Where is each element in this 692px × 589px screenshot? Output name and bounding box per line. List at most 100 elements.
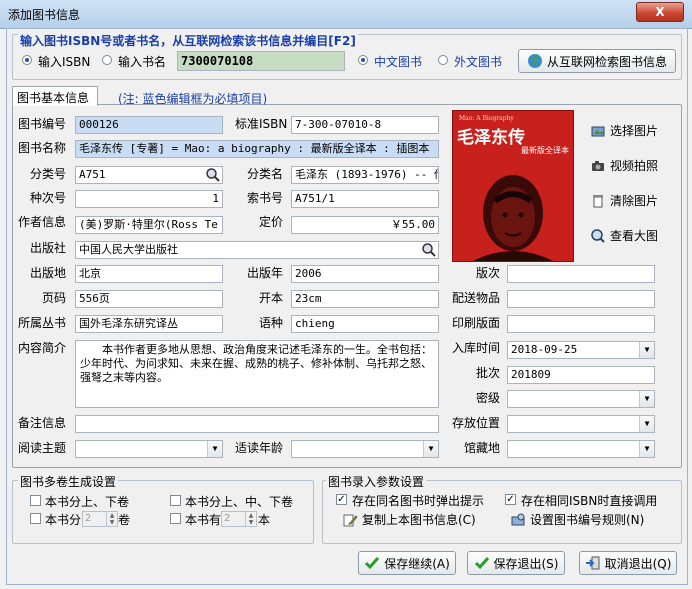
gift-input[interactable] xyxy=(507,290,655,308)
pub-year-input[interactable]: 2006 xyxy=(291,265,439,283)
copy-edit-icon xyxy=(343,514,358,526)
price-input[interactable]: ￥55.00 xyxy=(291,216,439,234)
numbering-rule-button[interactable]: 设置图书编号规则(N) xyxy=(510,511,644,528)
collection-label: 馆藏地 xyxy=(464,441,501,455)
radio-foreign[interactable] xyxy=(438,55,448,65)
dropdown-arrow-icon[interactable]: ▼ xyxy=(639,342,654,358)
clear-image-button[interactable]: 清除图片 xyxy=(590,192,658,209)
pages-input[interactable]: 556页 xyxy=(75,290,223,308)
book-no-label: 图书编号 xyxy=(18,117,67,131)
volume-count-stepper[interactable]: 2 ▲ ▼ xyxy=(82,511,118,527)
checkbox-n-volumes[interactable] xyxy=(30,513,41,524)
author-input[interactable]: (美)罗斯·特里尔(Ross Te xyxy=(75,216,223,234)
select-image-button[interactable]: 选择图片 xyxy=(590,122,658,139)
multi-volume-legend: 图书多卷生成设置 xyxy=(18,473,119,490)
call-no-input[interactable]: A751/1 xyxy=(291,190,439,208)
params-legend: 图书录入参数设置 xyxy=(326,473,427,490)
age-select[interactable]: ▼ xyxy=(291,440,439,458)
edition-input[interactable] xyxy=(507,265,655,283)
magnifier-icon[interactable] xyxy=(421,242,437,258)
copy-previous-label: 复制上本图书信息(C) xyxy=(362,513,476,527)
checkbox-three-volumes[interactable] xyxy=(170,495,181,506)
note-label: 备注信息 xyxy=(18,416,67,430)
isbn-input[interactable]: 7-300-07010-8 xyxy=(291,116,439,134)
call-no-label: 索书号 xyxy=(247,191,284,205)
internet-search-button[interactable]: 从互联网检索图书信息 xyxy=(518,49,676,73)
print-input[interactable] xyxy=(507,315,655,333)
exit-door-icon xyxy=(585,556,600,570)
series-input[interactable]: 国外毛泽东研究译丛 xyxy=(75,315,223,333)
age-label: 适读年龄 xyxy=(235,441,284,455)
cover-title: 毛泽东传 xyxy=(457,128,525,148)
tab-basic-info[interactable]: 图书基本信息 xyxy=(12,86,98,106)
title-input[interactable]: 毛泽东传 [专著] = Mao: a biography : 最新版全译本 : … xyxy=(75,140,439,158)
radio-title[interactable] xyxy=(102,55,112,65)
secret-select[interactable]: ▼ xyxy=(507,390,655,408)
format-input[interactable]: 23cm xyxy=(291,290,439,308)
stepper-arrows-icon[interactable]: ▲ ▼ xyxy=(245,512,256,526)
kinds-input[interactable]: 1 xyxy=(75,190,223,208)
volume-count-value: 2 xyxy=(85,513,92,524)
title-bar: 添加图书信息 X xyxy=(0,0,692,29)
settings-icon xyxy=(511,513,525,525)
in-time-picker[interactable]: 2018-09-25 ▼ xyxy=(507,341,655,359)
tab-panel xyxy=(12,104,682,468)
magnifier-icon[interactable] xyxy=(205,167,221,183)
radio-foreign-label: 外文图书 xyxy=(454,55,503,69)
radio-isbn[interactable] xyxy=(22,55,32,65)
publisher-label: 出版社 xyxy=(30,241,67,255)
radio-title-label: 输入书名 xyxy=(118,55,167,69)
video-capture-label: 视频拍照 xyxy=(610,159,659,173)
save-exit-label: 保存退出(S) xyxy=(493,556,559,571)
pub-place-label: 出版地 xyxy=(30,266,67,280)
book-no-input[interactable]: 000126 xyxy=(75,116,223,134)
class-no-input[interactable]: A751 xyxy=(75,166,223,184)
image-select-icon xyxy=(591,126,605,136)
print-label: 印刷版面 xyxy=(452,316,501,330)
checkmark-icon xyxy=(365,557,380,570)
pub-place-input[interactable]: 北京 xyxy=(75,265,223,283)
video-capture-button[interactable]: 视频拍照 xyxy=(590,157,658,174)
batch-input[interactable]: 201809 xyxy=(507,366,655,384)
summary-textarea[interactable]: 本书作者更多地从思想、政治角度来记述毛泽东的一生。全书包括：少年时代、为问求知、… xyxy=(75,340,439,408)
copy-count-stepper[interactable]: 2 ▲ ▼ xyxy=(221,511,257,527)
class-name-input[interactable]: 毛泽东 (1893-1976) -- 传 xyxy=(291,166,439,184)
checkmark-icon xyxy=(474,557,489,570)
checkbox-two-volumes[interactable] xyxy=(30,495,41,506)
tab-basic-info-label: 图书基本信息 xyxy=(17,91,90,105)
publisher-input[interactable]: 中国人民大学出版社 xyxy=(75,241,439,259)
dropdown-arrow-icon[interactable]: ▼ xyxy=(207,441,222,457)
isbn-search-input[interactable]: 7300070108 xyxy=(177,51,345,71)
language-input[interactable]: chieng xyxy=(291,315,439,333)
author-label: 作者信息 xyxy=(18,215,67,229)
language-label: 语种 xyxy=(259,316,284,330)
close-button[interactable]: X xyxy=(636,2,684,22)
required-note: (注: 蓝色编辑框为必填项目) xyxy=(118,92,268,106)
dropdown-arrow-icon[interactable]: ▼ xyxy=(423,441,438,457)
copy-previous-button[interactable]: 复制上本图书信息(C) xyxy=(342,511,476,528)
checkbox-n-copies[interactable] xyxy=(170,513,181,524)
dropdown-arrow-icon[interactable]: ▼ xyxy=(639,416,654,432)
theme-select[interactable]: ▼ xyxy=(75,440,223,458)
save-continue-button[interactable]: 保存继续(A) xyxy=(358,551,456,575)
format-label: 开本 xyxy=(259,291,284,305)
cancel-exit-button[interactable]: 取消退出(Q) xyxy=(579,551,677,575)
dropdown-arrow-icon[interactable]: ▼ xyxy=(639,441,654,457)
note-input[interactable] xyxy=(75,415,439,433)
checkbox-same-isbn-use[interactable]: ✓ xyxy=(505,494,516,505)
n-volumes-suffix: 卷 xyxy=(118,513,131,527)
view-large-button[interactable]: 查看大图 xyxy=(590,227,658,244)
location-select[interactable]: ▼ xyxy=(507,415,655,433)
theme-label: 阅读主题 xyxy=(18,441,67,455)
numbering-rule-label: 设置图书编号规则(N) xyxy=(530,513,645,527)
stepper-arrows-icon[interactable]: ▲ ▼ xyxy=(106,512,117,526)
dropdown-arrow-icon[interactable]: ▼ xyxy=(639,391,654,407)
location-label: 存放位置 xyxy=(452,416,501,430)
collection-select[interactable]: ▼ xyxy=(507,440,655,458)
save-exit-button[interactable]: 保存退出(S) xyxy=(467,551,565,575)
radio-chinese[interactable] xyxy=(358,55,368,65)
cancel-exit-label: 取消退出(Q) xyxy=(604,556,672,571)
n-volumes-prefix: 本书分 xyxy=(45,513,82,527)
internet-search-label: 从互联网检索图书信息 xyxy=(546,54,667,69)
checkbox-same-title-prompt[interactable]: ✓ xyxy=(336,494,347,505)
